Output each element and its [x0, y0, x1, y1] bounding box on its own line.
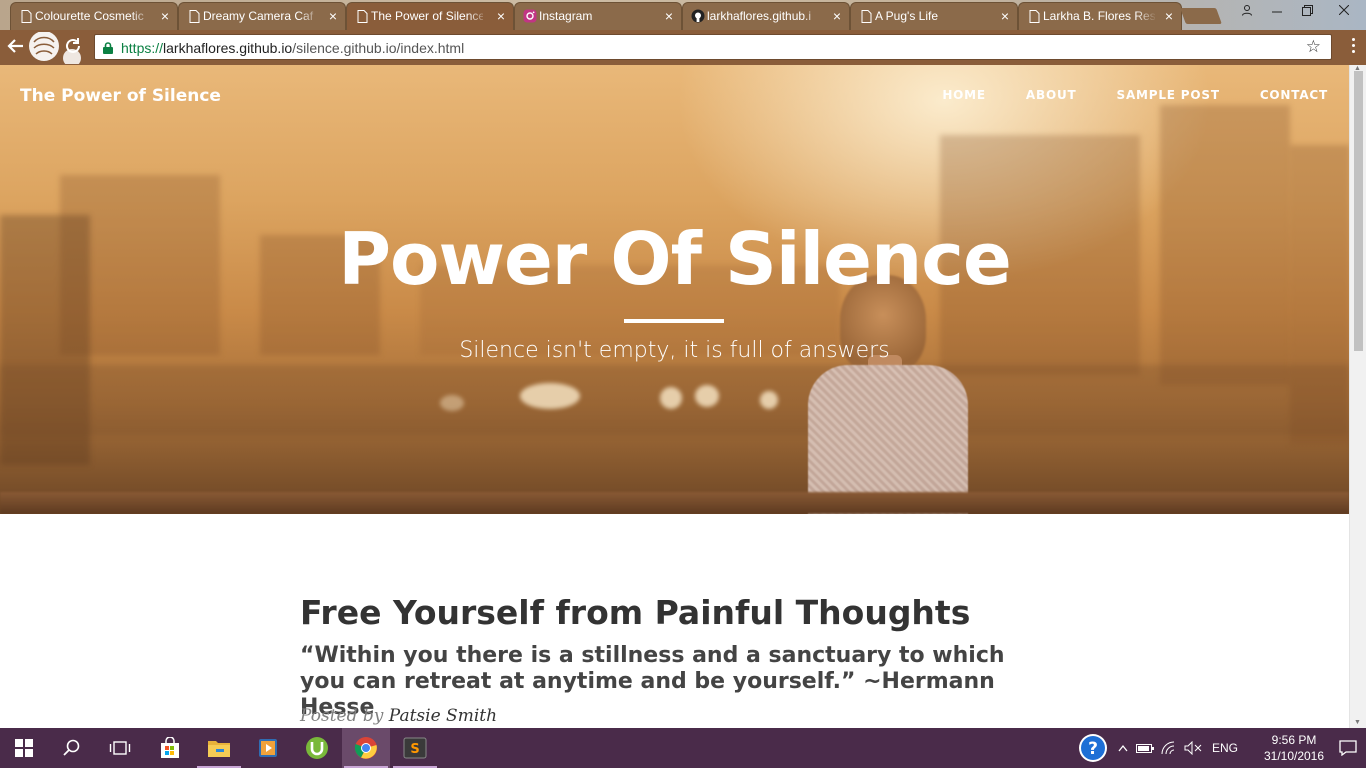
bookmark-star-icon[interactable]: ☆ — [1306, 37, 1321, 57]
hero-subtitle: Silence isn't empty, it is full of answe… — [459, 338, 890, 363]
screen: Colourette Cosmetic × Dreamy Camera Caf … — [0, 0, 1366, 768]
tab-close-icon[interactable]: × — [329, 3, 337, 29]
user-profile-icon[interactable] — [1232, 0, 1262, 20]
web-page: The Power of Silence HOME ABOUT SAMPLE P… — [0, 65, 1349, 728]
post-meta: Posted by Patsie Smith — [300, 706, 498, 726]
post-title-link[interactable]: Free Yourself from Painful Thoughts — [300, 593, 970, 632]
tab-colourette[interactable]: Colourette Cosmetic × — [10, 2, 178, 30]
chrome-icon[interactable] — [342, 728, 390, 768]
start-icon[interactable] — [0, 728, 48, 768]
close-window-icon[interactable] — [1322, 0, 1366, 20]
scrollbar-thumb[interactable] — [1354, 71, 1363, 351]
tab-dreamy-camera[interactable]: Dreamy Camera Caf × — [178, 2, 346, 30]
nav-contact[interactable]: CONTACT — [1260, 88, 1328, 102]
volume-muted-icon[interactable] — [1182, 728, 1204, 768]
battery-icon[interactable] — [1134, 728, 1156, 768]
github-icon — [691, 9, 705, 23]
window-controls — [1232, 0, 1366, 22]
nav-about[interactable]: ABOUT — [1026, 88, 1077, 102]
hero-divider — [624, 319, 724, 323]
tab-close-icon[interactable]: × — [1165, 3, 1173, 29]
media-player-icon[interactable] — [244, 728, 292, 768]
utorrent-icon[interactable] — [293, 728, 341, 768]
search-icon[interactable] — [48, 728, 96, 768]
tab-close-icon[interactable]: × — [497, 3, 505, 29]
nav-home[interactable]: HOME — [942, 88, 986, 102]
language-indicator[interactable]: ENG — [1208, 728, 1242, 768]
show-hidden-icons-chevron-icon[interactable] — [1114, 728, 1132, 768]
post-author-link[interactable]: Patsie Smith — [389, 706, 497, 726]
system-clock[interactable]: 9:56 PM 31/10/2016 — [1256, 732, 1332, 764]
sublime-text-icon[interactable]: S — [391, 728, 439, 768]
hero-title: Power Of Silence — [338, 217, 1012, 301]
instagram-icon — [523, 9, 537, 23]
document-icon — [187, 9, 201, 23]
tab-title: Instagram — [539, 9, 593, 23]
store-icon[interactable] — [146, 728, 194, 768]
document-icon — [859, 9, 873, 23]
site-brand[interactable]: The Power of Silence — [20, 86, 221, 106]
restore-icon[interactable] — [1292, 0, 1322, 20]
tab-instagram[interactable]: Instagram × — [514, 2, 682, 30]
site-nav: HOME ABOUT SAMPLE POST CONTACT — [942, 88, 1328, 102]
tab-close-icon[interactable]: × — [665, 3, 673, 29]
browser-menu-icon[interactable] — [1346, 38, 1360, 58]
action-center-icon[interactable] — [1330, 728, 1366, 768]
browser-tab-strip: Colourette Cosmetic × Dreamy Camera Caf … — [0, 0, 1366, 30]
hero-header: The Power of Silence HOME ABOUT SAMPLE P… — [0, 65, 1349, 514]
tab-close-icon[interactable]: × — [161, 3, 169, 29]
new-tab-button[interactable] — [1180, 8, 1222, 24]
tab-close-icon[interactable]: × — [1001, 3, 1009, 29]
tab-power-of-silence[interactable]: The Power of Silence × — [346, 2, 514, 30]
svg-text:?: ? — [1088, 739, 1098, 759]
reload-icon[interactable] — [64, 37, 82, 60]
tab-title: A Pug's Life — [875, 9, 938, 23]
windows-taskbar: S ? ENG 9:56 PM 31/10/2016 — [0, 728, 1366, 768]
browser-theme-logo — [14, 31, 94, 67]
svg-text:S: S — [410, 742, 419, 757]
system-tray: ? ENG 9:56 PM 31/10/2016 — [1066, 728, 1366, 768]
url-text: https://larkhaflores.github.io/silence.g… — [121, 40, 465, 56]
wifi-icon[interactable] — [1158, 728, 1180, 768]
browser-toolbar: https://larkhaflores.github.io/silence.g… — [0, 30, 1366, 67]
secure-lock-icon — [103, 41, 113, 54]
tab-close-icon[interactable]: × — [833, 3, 841, 29]
page-scrollbar[interactable]: ▲ ▼ — [1349, 65, 1366, 728]
document-icon — [19, 9, 33, 23]
scroll-down-arrow-icon[interactable]: ▼ — [1354, 719, 1361, 726]
task-view-icon[interactable] — [96, 728, 144, 768]
document-icon — [1027, 9, 1041, 23]
tab-larkha-resume[interactable]: Larkha B. Flores Res × — [1018, 2, 1182, 30]
address-bar[interactable]: https://larkhaflores.github.io/silence.g… — [94, 34, 1332, 60]
document-icon — [355, 9, 369, 23]
back-arrow-icon[interactable] — [6, 36, 26, 61]
help-question-icon[interactable]: ? — [1076, 728, 1110, 768]
tab-pugs-life[interactable]: A Pug's Life × — [850, 2, 1018, 30]
minimize-icon[interactable] — [1262, 0, 1292, 20]
file-explorer-icon[interactable] — [195, 728, 243, 768]
tab-github[interactable]: larkhaflores.github.i × — [682, 2, 850, 30]
nav-sample-post[interactable]: SAMPLE POST — [1117, 88, 1220, 102]
